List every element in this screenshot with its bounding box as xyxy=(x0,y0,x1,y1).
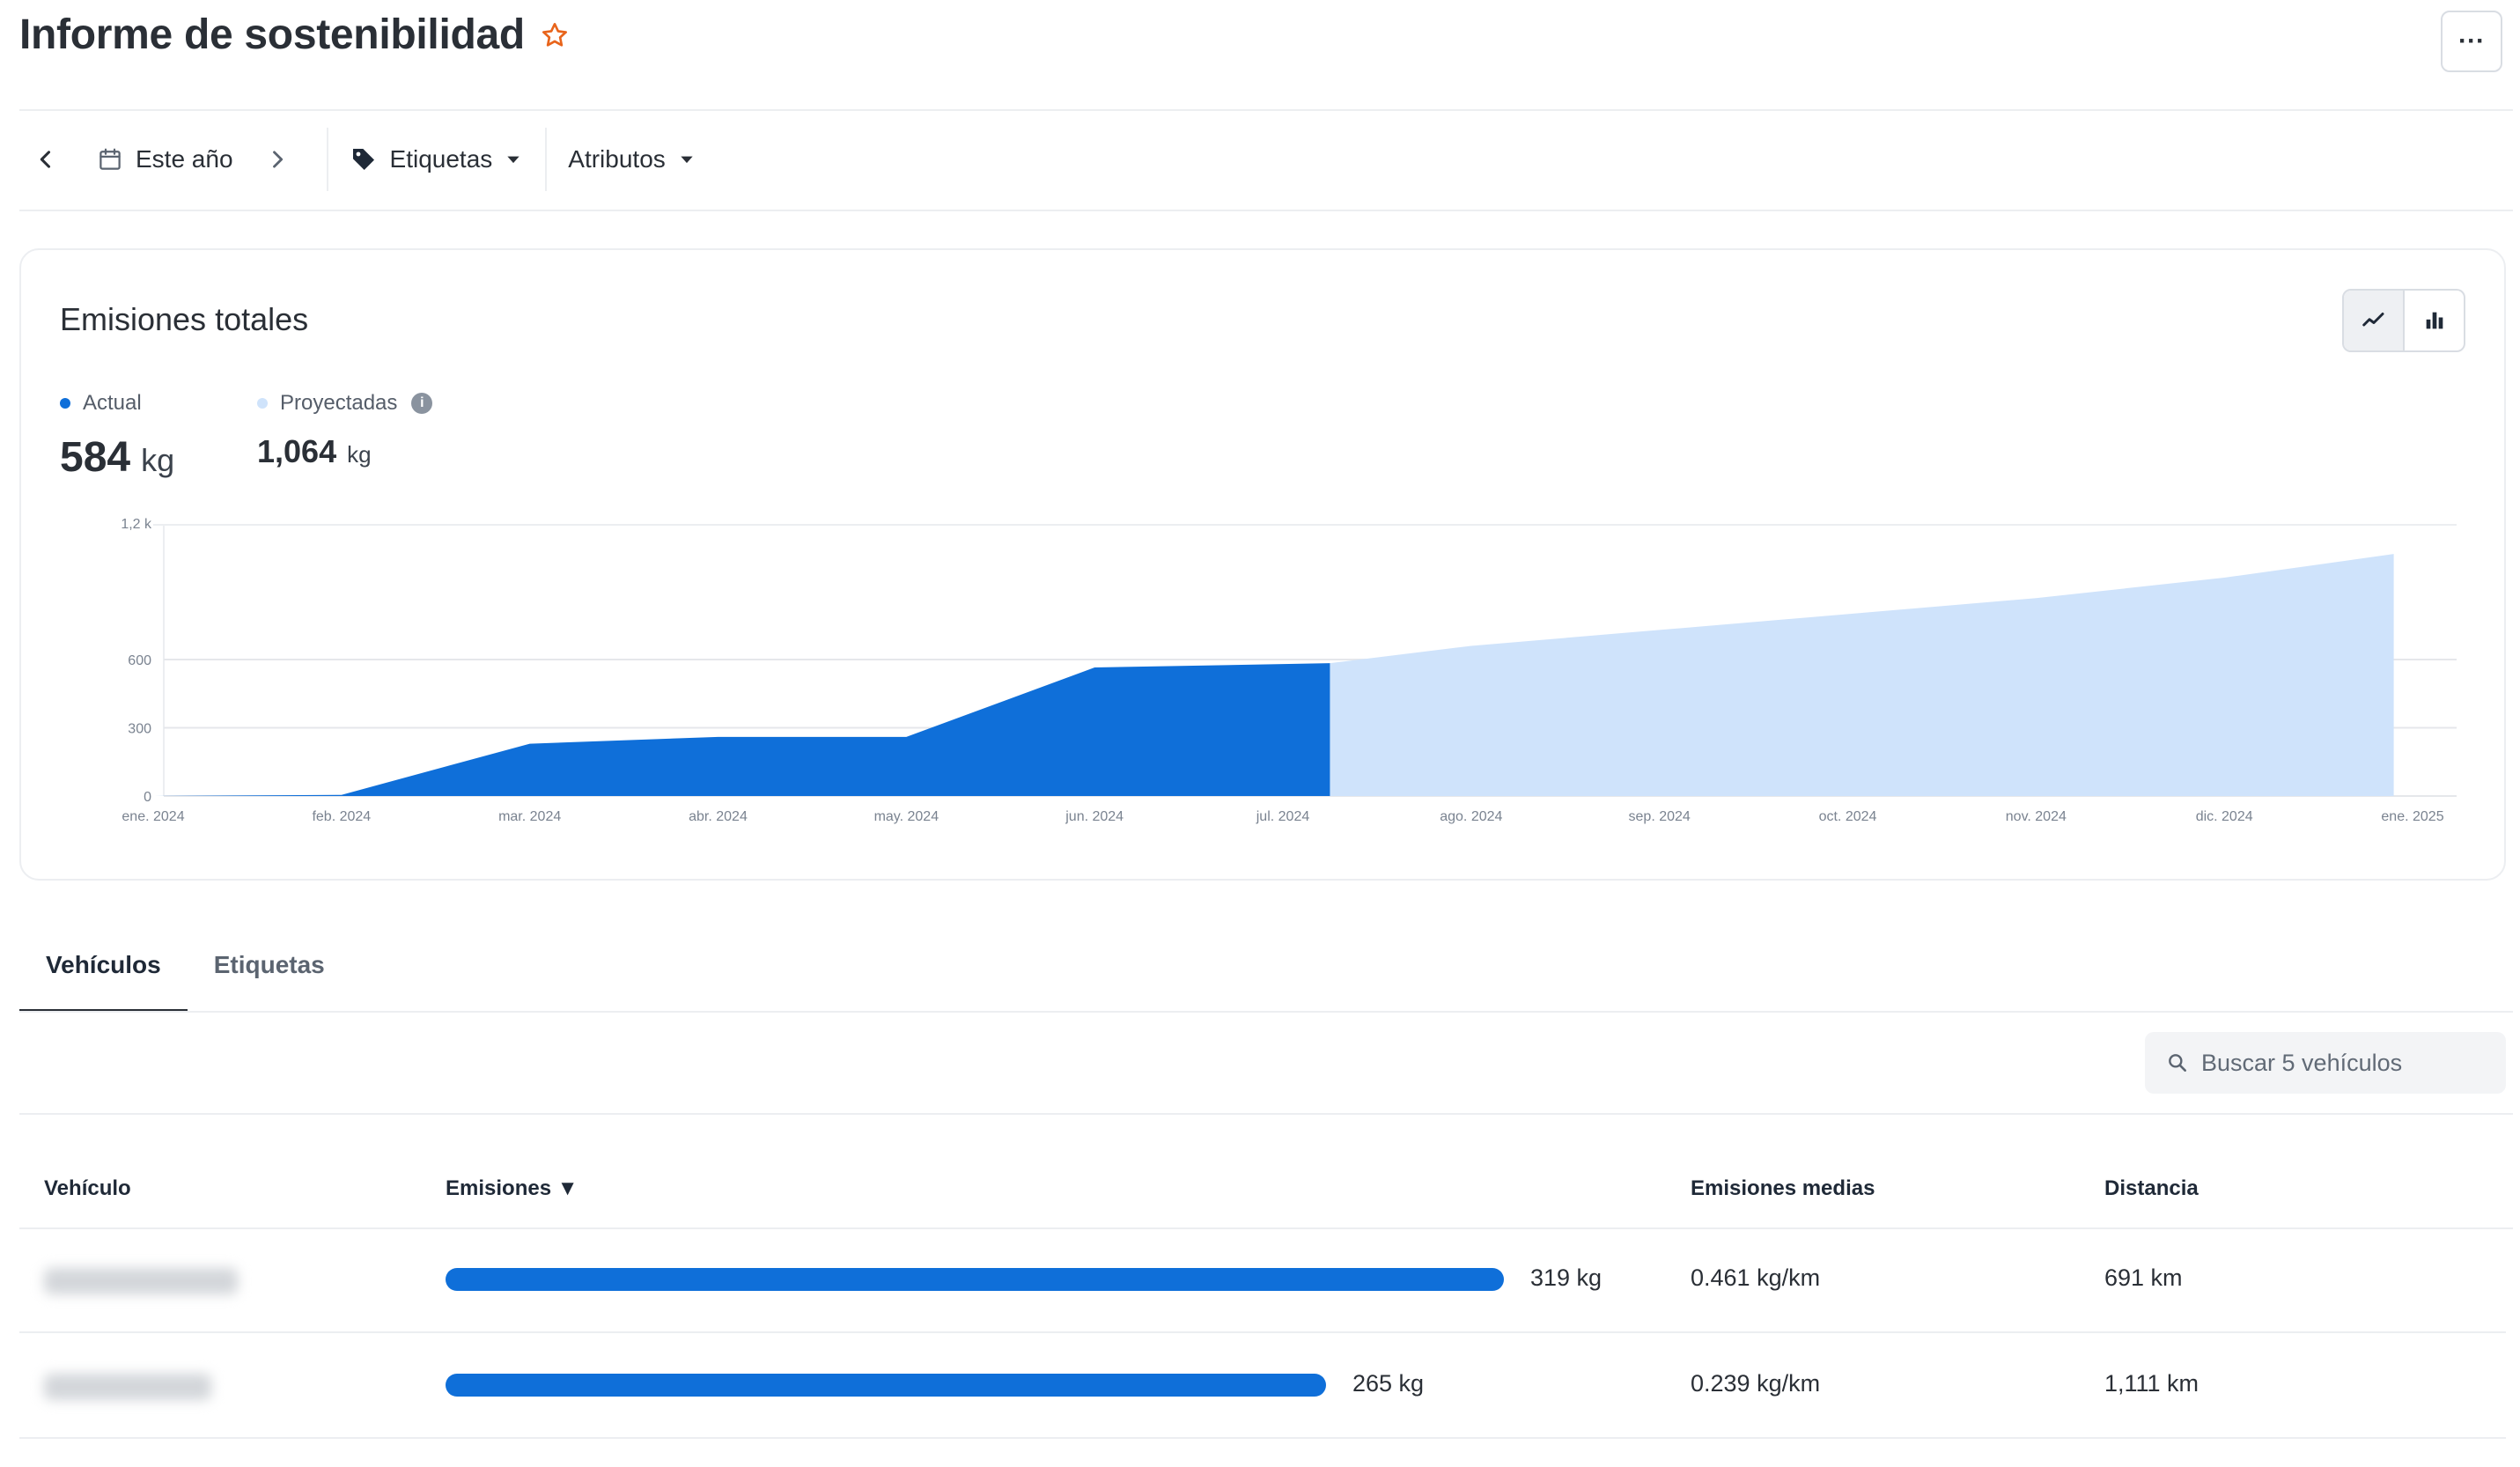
column-header-emissions[interactable]: Emisiones ▼ xyxy=(446,1176,578,1201)
more-options-label: ··· xyxy=(2458,26,2485,55)
x-tick-label: oct. 2024 xyxy=(1819,809,1877,824)
calendar-icon xyxy=(99,148,121,170)
emissions-bar xyxy=(446,1268,1504,1291)
y-tick-label: 1,2 k xyxy=(121,517,152,532)
caret-down-icon xyxy=(507,156,519,164)
search-icon xyxy=(2169,1054,2186,1072)
page-title-text: Informe de sostenibilidad xyxy=(19,11,525,58)
emissions-value: 265 kg xyxy=(1352,1370,1425,1397)
area-series-actual xyxy=(153,663,1330,796)
table-row[interactable]: 265 kg 0.239 kg/km 1,111 km xyxy=(19,1335,2506,1439)
emissions-value: 319 kg xyxy=(1530,1264,1603,1291)
caret-down-icon xyxy=(681,156,693,164)
table-row[interactable]: 319 kg 0.461 kg/km 691 km xyxy=(19,1229,2506,1333)
distance-value: 1,111 km xyxy=(2104,1370,2199,1397)
tab-vehicles[interactable]: Vehículos xyxy=(19,925,188,1013)
tabs-divider xyxy=(19,1011,2513,1013)
search-divider xyxy=(19,1113,2513,1115)
x-tick-label: feb. 2024 xyxy=(312,809,371,824)
x-tick-label: nov. 2024 xyxy=(2006,809,2067,824)
avg-emissions-value: 0.239 kg/km xyxy=(1691,1370,1821,1397)
star-icon[interactable] xyxy=(541,21,569,49)
distance-value: 691 km xyxy=(2104,1264,2183,1291)
x-tick-label: sep. 2024 xyxy=(1629,809,1691,824)
column-header-distance[interactable]: Distancia xyxy=(2104,1176,2199,1201)
x-tick-label: mar. 2024 xyxy=(498,809,561,824)
tab-bar: Vehículos Etiquetas xyxy=(19,925,351,1013)
area-series-proyectadas xyxy=(1330,554,2394,796)
tags-label: Etiquetas xyxy=(389,145,493,173)
filter-bar: Este año Etiquetas Atributos xyxy=(19,111,696,208)
attributes-dropdown[interactable]: Atributos xyxy=(568,145,696,173)
vehicle-name-redacted xyxy=(44,1374,211,1400)
filter-separator xyxy=(326,128,328,191)
vehicle-name-redacted xyxy=(44,1268,238,1294)
page-title: Informe de sostenibilidad xyxy=(19,11,569,59)
emissions-chart-card: Emisiones totales Actual 584 kg Proyecta… xyxy=(19,248,2506,881)
chevron-right-icon xyxy=(272,151,283,168)
vehicle-search-input[interactable]: Buscar 5 vehículos xyxy=(2145,1032,2506,1094)
x-tick-label: ene. 2025 xyxy=(2381,809,2443,824)
previous-period-button[interactable] xyxy=(19,133,72,186)
next-period-button[interactable] xyxy=(251,133,304,186)
attributes-label: Atributos xyxy=(568,145,666,173)
x-tick-label: ene. 2024 xyxy=(122,809,184,824)
chevron-left-icon xyxy=(40,151,51,168)
search-placeholder: Buscar 5 vehículos xyxy=(2201,1049,2403,1076)
y-tick-label: 0 xyxy=(144,790,151,805)
period-label: Este año xyxy=(136,145,233,173)
filter-divider xyxy=(19,210,2513,211)
column-header-vehicle[interactable]: Vehículo xyxy=(44,1176,131,1201)
period-selector[interactable]: Este año xyxy=(97,145,233,173)
emissions-area-chart: 0 300 600 1,2 k ene. 2024 feb. 2024 mar. 2024 a… xyxy=(121,517,2457,824)
column-header-avg-emissions[interactable]: Emisiones medias xyxy=(1691,1176,1875,1201)
tab-tags[interactable]: Etiquetas xyxy=(188,925,351,1013)
x-tick-label: jun. 2024 xyxy=(1065,809,1124,824)
x-tick-label: abr. 2024 xyxy=(689,809,748,824)
filter-separator xyxy=(545,128,548,191)
y-tick-label: 300 xyxy=(128,722,151,737)
avg-emissions-value: 0.461 kg/km xyxy=(1691,1264,1821,1291)
x-tick-label: may. 2024 xyxy=(874,809,939,824)
y-tick-label: 600 xyxy=(128,653,151,668)
tag-icon xyxy=(352,149,374,170)
x-tick-label: jul. 2024 xyxy=(1256,809,1310,824)
x-tick-label: ago. 2024 xyxy=(1440,809,1502,824)
x-tick-label: dic. 2024 xyxy=(2196,809,2253,824)
tags-dropdown[interactable]: Etiquetas xyxy=(350,145,523,173)
emissions-bar xyxy=(446,1374,1326,1397)
more-options-button[interactable]: ··· xyxy=(2441,11,2502,72)
